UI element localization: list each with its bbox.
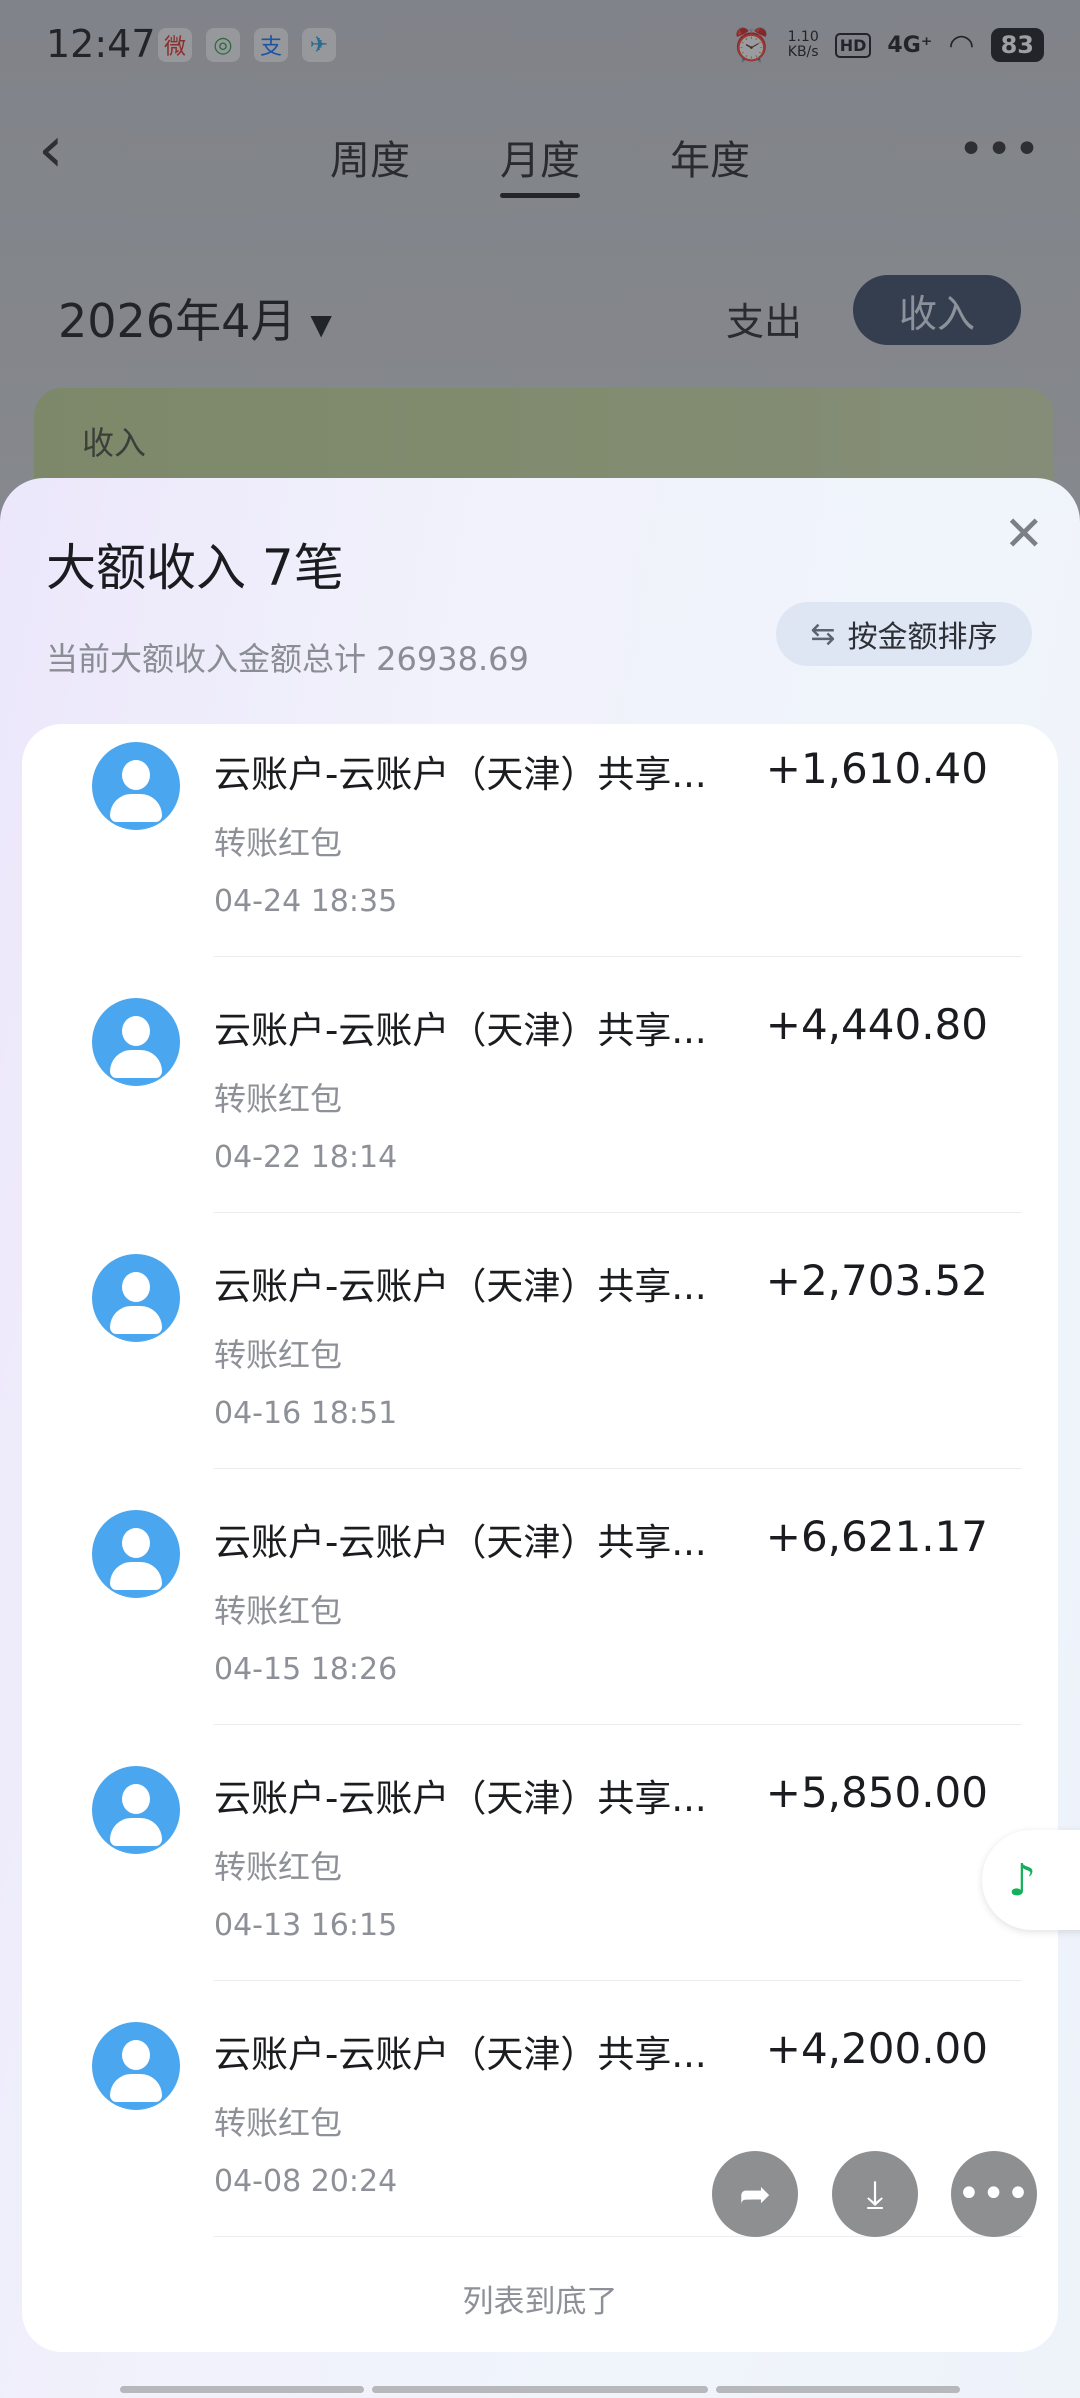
amount: +2,703.52 — [765, 1256, 988, 1305]
amount: +5,850.00 — [765, 1768, 988, 1817]
avatar-icon — [92, 1510, 180, 1598]
transaction-time: 04-13 16:15 — [214, 1908, 398, 1943]
list-item[interactable]: 云账户-云账户（天津）共享... +1,610.40 转账红包 04-24 18… — [22, 724, 1058, 980]
transaction-type: 转账红包 — [214, 2104, 343, 2142]
download-icon[interactable]: ⤓ — [832, 2151, 918, 2237]
divider — [214, 1212, 1022, 1213]
sort-by-amount-button[interactable]: ⇆ 按金额排序 — [776, 602, 1032, 666]
divider — [214, 956, 1022, 957]
large-income-sheet: 大额收入 7笔 ✕ 当前大额收入金额总计 26938.69 ⇆ 按金额排序 云账… — [0, 478, 1080, 2398]
payer-name: 云账户-云账户（天津）共享... — [214, 1777, 707, 1820]
music-note-icon[interactable]: ♪ — [982, 1830, 1080, 1930]
list-end-text: 列表到底了 — [462, 2284, 618, 2320]
amount: +4,440.80 — [765, 1000, 988, 1049]
transaction-time: 04-24 18:35 — [214, 884, 398, 919]
payer-name: 云账户-云账户（天津）共享... — [214, 1265, 707, 1308]
transaction-time: 04-22 18:14 — [214, 1140, 398, 1175]
amount: +1,610.40 — [765, 744, 988, 793]
swap-icon: ⇆ — [810, 616, 836, 652]
avatar-icon — [92, 2022, 180, 2110]
avatar-icon — [92, 742, 180, 830]
transaction-type: 转账红包 — [214, 1592, 343, 1630]
home-indicator — [716, 2386, 960, 2393]
transaction-time: 04-15 18:26 — [214, 1652, 398, 1687]
transaction-type: 转账红包 — [214, 824, 343, 862]
more-actions-icon[interactable]: ••• — [951, 2151, 1037, 2237]
close-icon[interactable]: ✕ — [1004, 510, 1044, 558]
transaction-time: 04-08 20:24 — [214, 2164, 398, 2199]
avatar-icon — [92, 1254, 180, 1342]
sheet-subtitle: 当前大额收入金额总计 26938.69 — [46, 640, 529, 678]
payer-name: 云账户-云账户（天津）共享... — [214, 1521, 707, 1564]
payer-name: 云账户-云账户（天津）共享... — [214, 1009, 707, 1052]
payer-name: 云账户-云账户（天津）共享... — [214, 753, 707, 796]
divider — [214, 1468, 1022, 1469]
share-icon[interactable]: ➦ — [712, 2151, 798, 2237]
list-item[interactable]: 云账户-云账户（天津）共享... +6,621.17 转账红包 04-15 18… — [22, 1492, 1058, 1748]
divider — [214, 2236, 1022, 2237]
income-list: 云账户-云账户（天津）共享... +1,610.40 转账红包 04-24 18… — [22, 724, 1058, 2352]
transaction-type: 转账红包 — [214, 1336, 343, 1374]
amount: +6,621.17 — [765, 1512, 988, 1561]
list-item[interactable]: 云账户-云账户（天津）共享... +2,703.52 转账红包 04-16 18… — [22, 1236, 1058, 1492]
transaction-type: 转账红包 — [214, 1080, 343, 1118]
divider — [214, 1980, 1022, 1981]
payer-name: 云账户-云账户（天津）共享... — [214, 2033, 707, 2076]
home-indicator — [372, 2386, 708, 2393]
sheet-title: 大额收入 7笔 — [46, 539, 344, 597]
home-indicator — [120, 2386, 364, 2393]
list-item[interactable]: 云账户-云账户（天津）共享... +5,850.00 转账红包 04-13 16… — [22, 1748, 1058, 2004]
avatar-icon — [92, 998, 180, 1086]
divider — [214, 1724, 1022, 1725]
transaction-type: 转账红包 — [214, 1848, 343, 1886]
sort-label: 按金额排序 — [847, 620, 998, 655]
avatar-icon — [92, 1766, 180, 1854]
amount: +4,200.00 — [765, 2024, 988, 2073]
transaction-time: 04-16 18:51 — [214, 1396, 398, 1431]
list-item[interactable]: 云账户-云账户（天津）共享... +4,440.80 转账红包 04-22 18… — [22, 980, 1058, 1236]
